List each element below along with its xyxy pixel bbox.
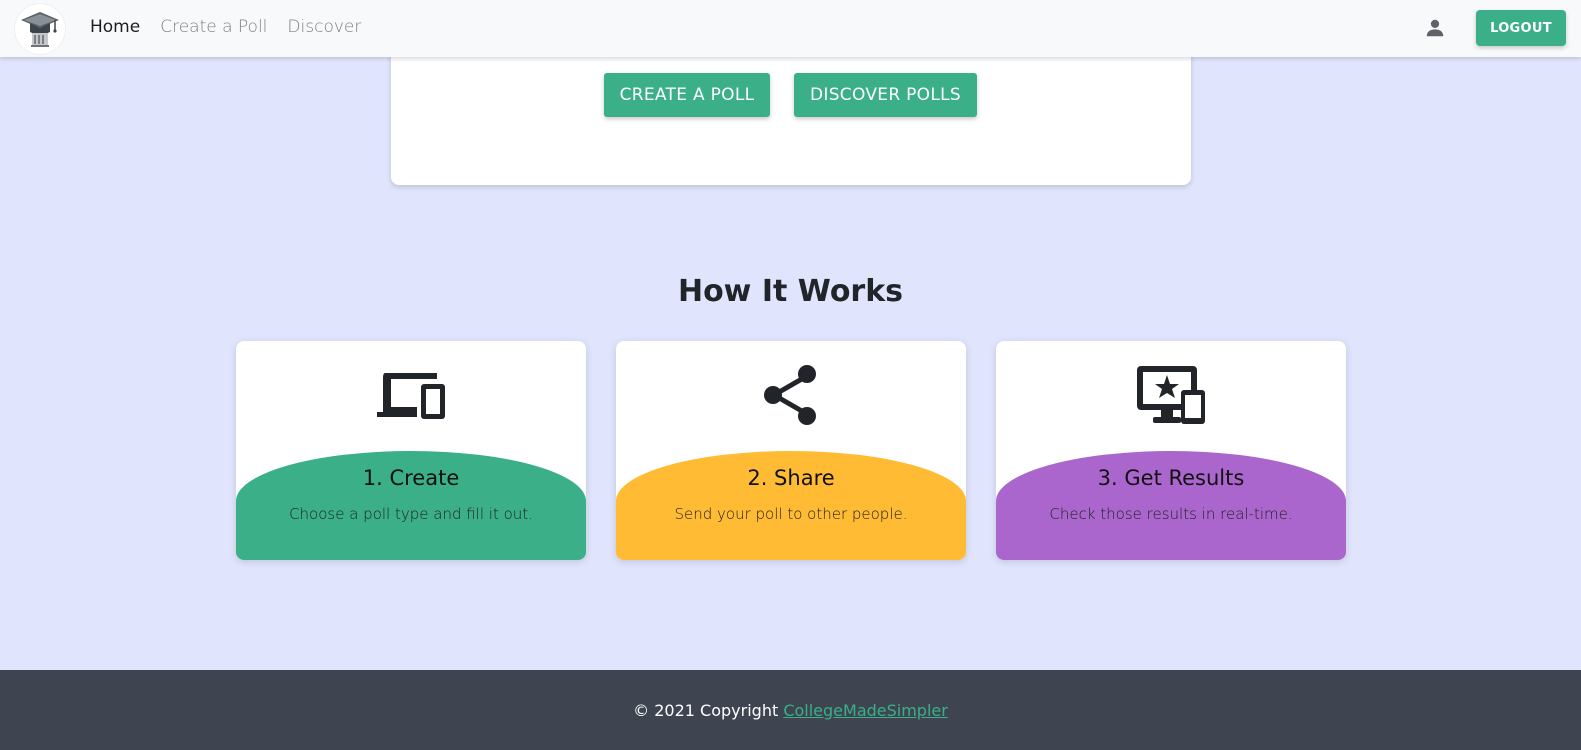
top-navbar: Home Create a Poll Discover LOGOUT xyxy=(0,0,1581,57)
how-it-works-title: How It Works xyxy=(677,274,904,309)
monitor-star-icon xyxy=(1137,366,1205,424)
nav-link-discover[interactable]: Discover xyxy=(287,17,361,37)
step-icon-wrap xyxy=(236,364,586,426)
step-icon-wrap xyxy=(616,364,966,426)
logout-button[interactable]: LOGOUT xyxy=(1476,10,1566,46)
step-title: 1. Create xyxy=(362,466,460,490)
step-title: 2. Share xyxy=(747,466,835,490)
step-description: Choose a poll type and fill it out. xyxy=(289,505,533,523)
step-description: Send your poll to other people. xyxy=(674,505,908,523)
step-title: 3. Get Results xyxy=(1097,466,1245,490)
step-description: Check those results in real-time. xyxy=(1049,505,1293,523)
footer: © 2021 Copyright CollegeMadeSimpler xyxy=(0,670,1581,750)
discover-polls-button[interactable]: DISCOVER POLLS xyxy=(794,73,977,117)
nav-link-create-poll[interactable]: Create a Poll xyxy=(160,17,267,37)
copyright-text: © 2021 Copyright xyxy=(633,700,784,720)
nav-links: Home Create a Poll Discover xyxy=(90,17,361,37)
graduation-cap-logo[interactable] xyxy=(15,4,65,54)
share-icon xyxy=(764,365,816,425)
footer-brand-link[interactable]: CollegeMadeSimpler xyxy=(783,701,948,720)
step-icon-wrap xyxy=(996,364,1346,426)
devices-icon xyxy=(377,373,445,419)
footer-copyright: © 2021 Copyright CollegeMadeSimpler xyxy=(633,701,948,720)
hero-card: CREATE A POLL DISCOVER POLLS xyxy=(391,40,1191,185)
nav-link-home[interactable]: Home xyxy=(90,17,140,37)
user-icon[interactable] xyxy=(1424,17,1446,39)
step-card-results: 3. Get Results Check those results in re… xyxy=(996,341,1346,560)
step-card-share: 2. Share Send your poll to other people. xyxy=(616,341,966,560)
create-poll-button[interactable]: CREATE A POLL xyxy=(604,73,770,117)
graduation-cap-icon xyxy=(21,12,59,47)
step-card-create: 1. Create Choose a poll type and fill it… xyxy=(236,341,586,560)
